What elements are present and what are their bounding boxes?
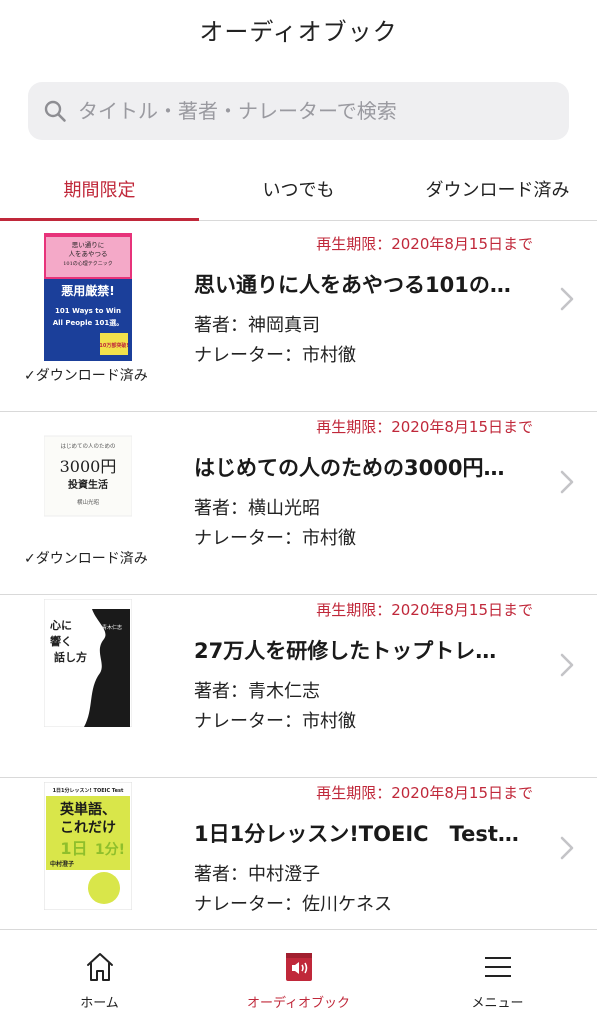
cover-text: 101の心理テクニック [63, 260, 113, 267]
cover-text: 響く [50, 634, 72, 648]
downloaded-badge: ✓ダウンロード済み [24, 368, 148, 384]
expiry-date: 再生期限：2020年8月15日まで [316, 601, 533, 619]
tab-limited[interactable]: 期間限定 [0, 176, 199, 221]
page-title: オーディオブック [199, 17, 398, 46]
tab-bar: 期間限定 いつでも ダウンロード済み [0, 176, 597, 221]
cover-text: 心に [50, 619, 72, 632]
search-input[interactable] [76, 98, 540, 124]
cover-text: 人をあやつる [69, 250, 108, 258]
book-cover: はじめての人のための 3000円 投資生活 横山光昭 [44, 416, 132, 544]
downloaded-badge: ✓ダウンロード済み [24, 551, 148, 567]
chevron-right-icon [560, 470, 574, 494]
cover-text: 思い通りに [72, 240, 105, 249]
audiobook-icon [285, 953, 312, 981]
nav-label: ホーム [80, 996, 119, 1011]
tab-anytime[interactable]: いつでも [199, 176, 398, 220]
cover-text: All People 101選。 [53, 318, 124, 327]
book-cover: 1日1分レッスン! TOEIC Test 英単語、 これだけ 1日 1分! 中村… [44, 782, 132, 910]
book-narrator: ナレーター：市村徹 [194, 345, 356, 366]
cover-text: 悪用厳禁! [61, 283, 114, 298]
cover-text: 英単語、 [59, 801, 116, 818]
list-item[interactable]: 再生期限：2020年8月15日まで 1日1分レッスン! TOEIC Test 英… [0, 778, 597, 929]
chevron-right-icon [560, 287, 574, 311]
expiry-date: 再生期限：2020年8月15日まで [316, 418, 533, 436]
book-cover: 心に 響く 話し方 青木仁志 [44, 599, 132, 727]
cover-text: 1日 [60, 839, 87, 858]
nav-home[interactable]: ホーム [0, 930, 199, 1025]
bottom-nav: ホーム オーディオブック メニュー [0, 929, 597, 1025]
cover-text: 1分! [95, 842, 125, 858]
book-title: 27万人を研修したトップトレ… [194, 639, 497, 663]
cover-text: 1日1分レッスン! TOEIC Test [53, 787, 124, 794]
nav-audiobook[interactable]: オーディオブック [199, 930, 398, 1025]
list-item[interactable]: 再生期限：2020年8月15日まで 心に 響く 話し方 青木仁志 27万人を研修… [0, 595, 597, 778]
chevron-right-icon [560, 653, 574, 677]
book-title: 思い通りに人をあやつる101の… [194, 273, 511, 297]
list-item[interactable]: 再生期限：2020年8月15日まで はじめての人のための 3000円 投資生活 … [0, 412, 597, 595]
search-bar-wrap [0, 60, 597, 140]
cover-text: 話し方 [54, 650, 87, 664]
book-narrator: ナレーター：市村徹 [194, 528, 356, 549]
chevron-right-icon [560, 836, 574, 860]
book-cover: 思い通りに 人をあやつる 101の心理テクニック 悪用厳禁! 101 Ways … [44, 233, 132, 361]
home-icon [86, 953, 113, 981]
book-list: 再生期限：2020年8月15日まで 思い通りに 人をあやつる 101の心理テクニ… [0, 229, 597, 929]
cover-text: 101 Ways to Win [55, 307, 121, 315]
nav-label: オーディオブック [246, 996, 351, 1011]
book-narrator: ナレーター：市村徹 [194, 711, 356, 732]
cover-text: 横山光昭 [77, 498, 100, 506]
nav-label: メニュー [471, 996, 524, 1011]
cover-text: 中村澄子 [50, 860, 74, 868]
book-narrator: ナレーター：佐川ケネス [194, 894, 392, 915]
tab-downloaded[interactable]: ダウンロード済み [398, 176, 597, 220]
search-icon [42, 98, 68, 124]
cover-text: 10万部突破! [99, 342, 128, 349]
cover-text: 青木仁志 [102, 624, 122, 631]
cover-text: はじめての人のための [60, 443, 115, 450]
book-title: はじめての人のための3000円… [194, 456, 505, 480]
book-author: 著者：横山光昭 [194, 498, 320, 519]
expiry-date: 再生期限：2020年8月15日まで [316, 235, 533, 253]
book-author: 著者：青木仁志 [194, 681, 320, 702]
search-bar[interactable] [28, 82, 569, 140]
nav-menu[interactable]: メニュー [398, 930, 597, 1025]
cover-text: これだけ [60, 820, 116, 836]
menu-icon [484, 957, 511, 977]
header: オーディオブック [0, 0, 597, 60]
cover-text: 投資生活 [68, 478, 108, 491]
cover-text: 3000円 [60, 457, 117, 476]
book-author: 著者：神岡真司 [194, 315, 320, 336]
expiry-date: 再生期限：2020年8月15日まで [316, 784, 533, 802]
book-title: 1日1分レッスン!TOEIC Test… [194, 822, 519, 846]
list-item[interactable]: 再生期限：2020年8月15日まで 思い通りに 人をあやつる 101の心理テクニ… [0, 229, 597, 412]
book-author: 著者：中村澄子 [194, 864, 320, 885]
